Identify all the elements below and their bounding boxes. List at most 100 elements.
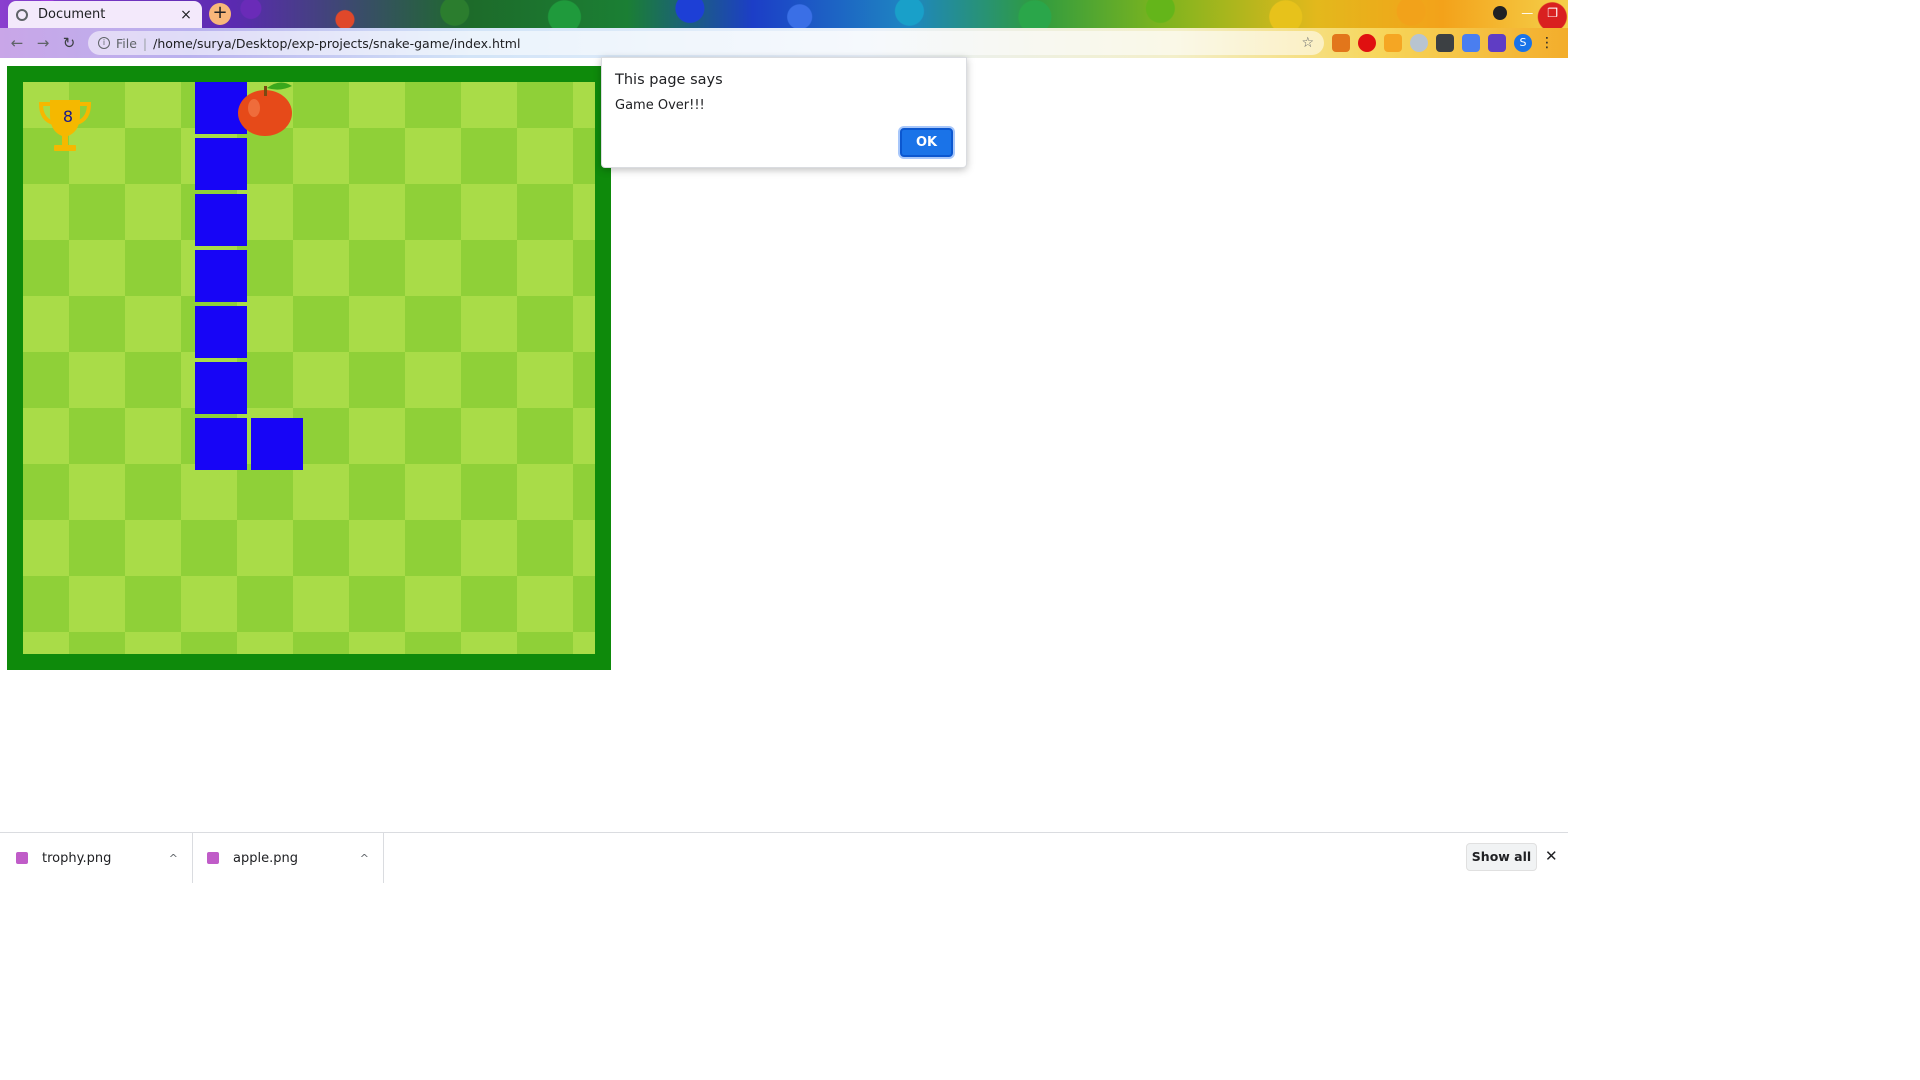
grid-cell — [23, 408, 69, 464]
download-item[interactable]: apple.png ^ — [193, 833, 384, 883]
downloads-bar: trophy.png ^ apple.png ^ Show all ✕ — [0, 832, 1568, 883]
grid-cell — [349, 240, 405, 296]
grid-cell — [573, 352, 595, 408]
snake-head — [251, 418, 303, 470]
media-control-icon[interactable] — [1493, 6, 1508, 20]
grid-cell — [517, 632, 573, 654]
grid-cell — [69, 408, 125, 464]
grid-cell — [237, 576, 293, 632]
grid-cell — [461, 128, 517, 184]
grid-cell — [69, 240, 125, 296]
apple-icon — [238, 82, 292, 136]
grid-cell — [517, 240, 573, 296]
download-filename: apple.png — [233, 850, 298, 866]
grid-cell — [293, 520, 349, 576]
reload-icon[interactable]: ↻ — [56, 34, 82, 52]
grid-cell — [125, 632, 181, 654]
grid-cell — [461, 632, 517, 654]
grid-cell — [517, 82, 573, 128]
grid-cell — [517, 576, 573, 632]
grid-cell — [461, 240, 517, 296]
forward-icon[interactable]: → — [30, 34, 56, 52]
new-tab-button[interactable]: + — [209, 3, 231, 25]
tab-document[interactable]: Document × — [8, 1, 202, 28]
image-file-icon — [207, 852, 219, 864]
grid-cell — [461, 352, 517, 408]
grid-cell — [405, 408, 461, 464]
info-icon[interactable]: i — [98, 37, 110, 49]
grid-cell — [293, 464, 349, 520]
grid-cell — [293, 128, 349, 184]
minimize-icon[interactable]: — — [1521, 6, 1533, 20]
grid-cell — [125, 408, 181, 464]
grid-cell — [573, 82, 595, 128]
grid-cell — [461, 408, 517, 464]
grid-cell — [125, 128, 181, 184]
tab-title: Document — [38, 7, 106, 22]
url-text[interactable]: /home/surya/Desktop/exp-projects/snake-g… — [153, 36, 1301, 51]
restore-icon[interactable]: ❐ — [1547, 6, 1558, 20]
translate-extension-icon[interactable] — [1462, 34, 1480, 52]
puzzle-extensions-icon[interactable] — [1488, 34, 1506, 52]
grid-cell — [405, 520, 461, 576]
snake-segment — [195, 138, 247, 190]
grid-cell — [405, 632, 461, 654]
grid-cell — [349, 128, 405, 184]
profile-avatar[interactable]: S — [1514, 34, 1532, 52]
grid-cell — [405, 240, 461, 296]
grid-cell — [125, 82, 181, 128]
metamask-extension-icon[interactable] — [1332, 34, 1350, 52]
grid-cell — [349, 296, 405, 352]
snake-segment — [195, 362, 247, 414]
grid-cell — [517, 352, 573, 408]
extensions-area: S ⋮ — [1332, 34, 1554, 52]
list-extension-icon[interactable] — [1436, 34, 1454, 52]
close-downloads-icon[interactable]: ✕ — [1545, 847, 1558, 865]
grid-cell — [405, 184, 461, 240]
chevron-up-icon[interactable]: ^ — [169, 852, 178, 865]
tab-close-icon[interactable]: × — [178, 7, 194, 23]
download-item[interactable]: trophy.png ^ — [0, 833, 193, 883]
grid-cell — [405, 352, 461, 408]
grid-cell — [349, 352, 405, 408]
grid-cell — [349, 576, 405, 632]
grid-cell — [125, 576, 181, 632]
grid-cell — [349, 184, 405, 240]
grid-cell — [23, 632, 69, 654]
notes-extension-icon[interactable] — [1384, 34, 1402, 52]
grid-cell — [573, 128, 595, 184]
grid-cell — [181, 576, 237, 632]
grid-cell — [405, 128, 461, 184]
grid-cell — [125, 184, 181, 240]
grid-cell — [293, 82, 349, 128]
grid-cell — [293, 352, 349, 408]
grid-cell — [517, 520, 573, 576]
snake-segment — [195, 418, 247, 470]
adblock-extension-icon[interactable] — [1358, 34, 1376, 52]
chevron-up-icon[interactable]: ^ — [360, 852, 369, 865]
show-all-button[interactable]: Show all — [1466, 843, 1537, 871]
grid-cell — [573, 632, 595, 654]
dialog-message: Game Over!!! — [615, 98, 705, 113]
address-bar[interactable]: i File | /home/surya/Desktop/exp-project… — [88, 31, 1324, 55]
grid-cell — [573, 408, 595, 464]
grid-cell — [181, 632, 237, 654]
grid-cell — [461, 464, 517, 520]
window-controls: — ❐ — [1493, 6, 1558, 20]
grid-cell — [517, 464, 573, 520]
moon-extension-icon[interactable] — [1410, 34, 1428, 52]
grid-cell — [405, 576, 461, 632]
grid-cell — [23, 464, 69, 520]
snake-segment — [195, 306, 247, 358]
grid-cell — [125, 520, 181, 576]
bookmark-star-icon[interactable]: ☆ — [1301, 35, 1314, 51]
menu-kebab-icon[interactable]: ⋮ — [1540, 34, 1554, 52]
snake-segment — [195, 194, 247, 246]
grid-cell — [237, 520, 293, 576]
grid-cell — [461, 184, 517, 240]
ok-button[interactable]: OK — [900, 128, 953, 157]
game-board — [7, 66, 611, 670]
grid-cell — [69, 632, 125, 654]
back-icon[interactable]: ← — [4, 34, 30, 52]
grid-cell — [237, 464, 293, 520]
